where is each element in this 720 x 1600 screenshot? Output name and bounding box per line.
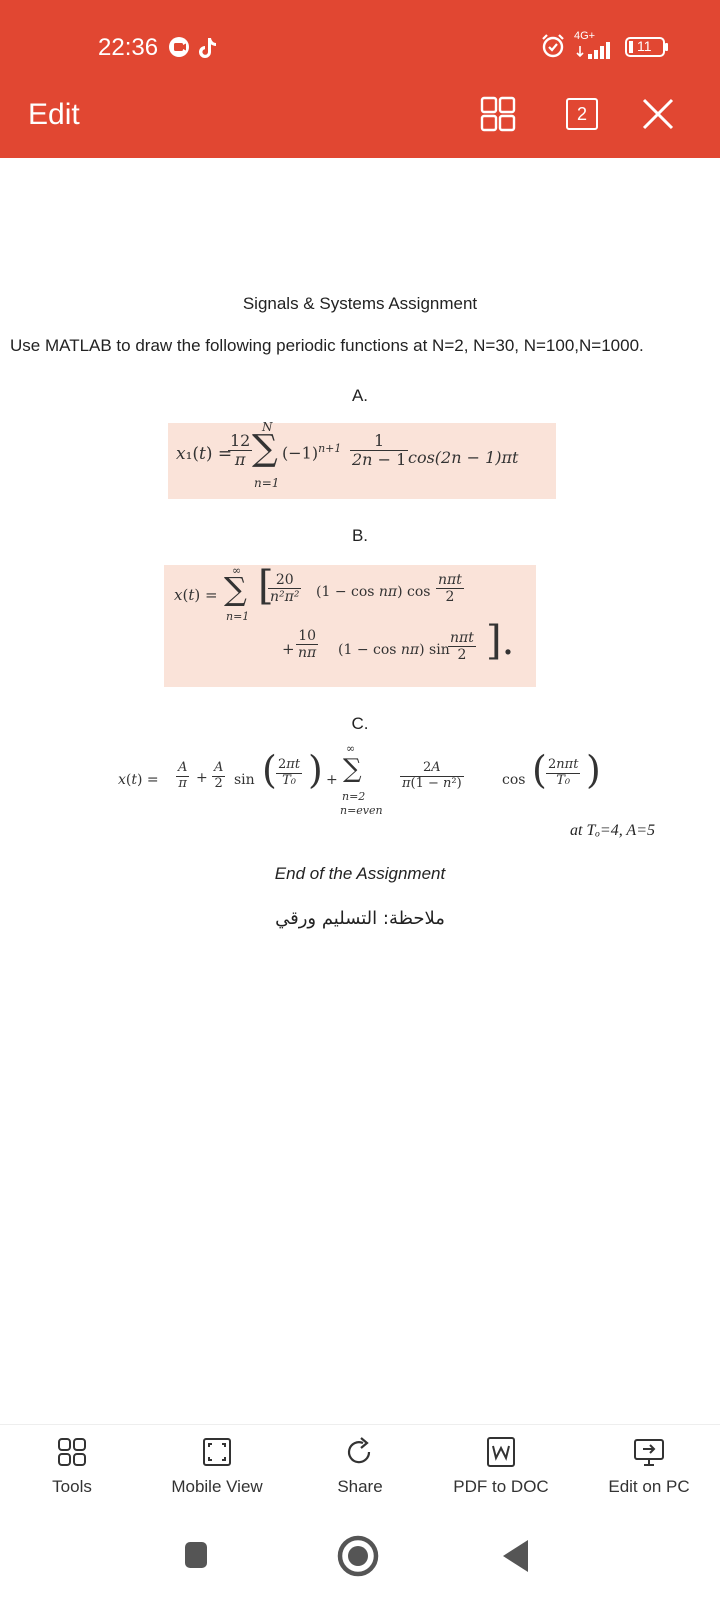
share-icon	[347, 1437, 371, 1464]
part-c-label: C.	[351, 714, 369, 733]
share-label: Share	[337, 1477, 383, 1496]
pdf-to-doc-label: PDF to DOC	[453, 1477, 549, 1496]
system-navigation-bar	[0, 1510, 720, 1600]
share-button[interactable]: Share	[310, 1425, 410, 1511]
mobile-view-label: Mobile View	[171, 1477, 263, 1496]
word-doc-icon	[487, 1437, 515, 1467]
part-a-label: A.	[351, 386, 369, 405]
status-time: 22:36	[98, 34, 159, 61]
recent-apps-icon[interactable]	[182, 1540, 210, 1575]
edit-on-pc-icon	[634, 1439, 664, 1466]
equation-c-condition: at Tₒ=4, A=5	[570, 822, 655, 839]
alarm-icon	[540, 33, 566, 64]
top-app-bar: 22:36 4G+ 11 Edit 2	[0, 0, 720, 158]
grid-view-icon[interactable]	[480, 96, 516, 137]
close-icon[interactable]	[640, 96, 676, 137]
end-of-assignment: End of the Assignment	[274, 864, 446, 883]
battery-level: 11	[637, 38, 652, 54]
part-b-label: B.	[351, 526, 369, 545]
edit-on-pc-button[interactable]: Edit on PC	[584, 1425, 714, 1511]
document-title: Signals & Systems Assignment	[242, 294, 478, 313]
signal-icon	[576, 40, 620, 65]
notification-record-icon	[168, 36, 190, 63]
tools-grid-icon	[58, 1438, 86, 1466]
tools-label: Tools	[52, 1477, 92, 1496]
document-instruction: Use MATLAB to draw the following periodi…	[10, 336, 644, 355]
pdf-to-doc-button[interactable]: PDF to DOC	[436, 1425, 566, 1511]
tools-button[interactable]: Tools	[22, 1425, 122, 1511]
status-bar: 22:36 4G+ 11	[0, 0, 720, 92]
tiktok-icon	[198, 36, 218, 65]
back-icon[interactable]	[500, 1538, 532, 1579]
submission-note: ملاحظة: التسليم ورقي	[275, 908, 445, 929]
home-icon[interactable]	[336, 1534, 380, 1583]
bottom-toolbar: Tools Mobile View Share PDF to DOC Edit …	[0, 1424, 720, 1510]
edit-title[interactable]: Edit	[28, 98, 80, 132]
document-page[interactable]: Signals & Systems Assignment Use MATLAB …	[0, 158, 720, 1423]
mobile-view-button[interactable]: Mobile View	[152, 1425, 282, 1511]
page-count-icon[interactable]: 2	[566, 98, 598, 130]
edit-on-pc-label: Edit on PC	[608, 1477, 690, 1496]
mobile-view-icon	[203, 1438, 231, 1466]
